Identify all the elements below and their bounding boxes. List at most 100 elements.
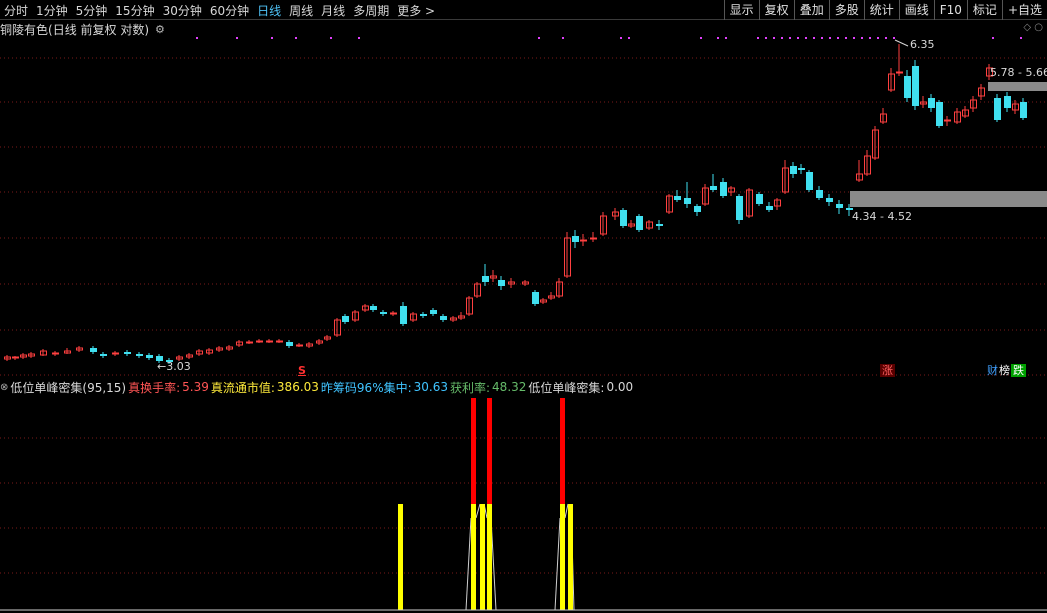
signal-dot	[992, 37, 994, 39]
high-price-label: 6.35	[910, 38, 935, 51]
candle-body	[694, 206, 701, 212]
indicator-bars	[398, 398, 575, 611]
action-button-2[interactable]: 叠加	[793, 0, 829, 20]
signal-dot	[869, 37, 871, 39]
action-button-5[interactable]: 画线	[898, 0, 934, 20]
signal-dot	[813, 37, 815, 39]
action-button-6[interactable]: F10	[933, 0, 967, 20]
indicator-line	[554, 517, 561, 611]
action-button-4[interactable]: 统计	[863, 0, 899, 20]
signal-dot	[893, 37, 895, 39]
signal-dot	[196, 37, 198, 39]
action-button-8[interactable]: +自选	[1001, 0, 1047, 20]
candle-body	[370, 306, 377, 310]
indicator-chart[interactable]	[0, 378, 1047, 613]
candle-body	[904, 76, 911, 98]
candle-body	[430, 310, 437, 314]
bang-badge[interactable]: 榜	[999, 364, 1010, 377]
period-tab-1[interactable]: 1分钟	[32, 2, 72, 19]
low-price-value: 3.03	[166, 360, 191, 373]
action-button-1[interactable]: 复权	[758, 0, 794, 20]
action-button-3[interactable]: 多股	[828, 0, 864, 20]
period-tab-4[interactable]: 30分钟	[159, 2, 206, 19]
signal-dot	[538, 37, 540, 39]
signal-dot	[717, 37, 719, 39]
candle-body	[12, 356, 19, 359]
right-range-label: 5.78 - 5.66	[990, 66, 1047, 79]
signal-dot	[330, 37, 332, 39]
period-tab-2[interactable]: 5分钟	[72, 2, 112, 19]
signal-dot	[757, 37, 759, 39]
candle-body	[146, 355, 153, 358]
candlestick-chart[interactable]	[0, 20, 1047, 378]
period-tab-7[interactable]: 周线	[285, 2, 317, 19]
candle-body	[896, 71, 903, 74]
candle-body	[836, 204, 843, 208]
cai-badge[interactable]: 财	[987, 364, 998, 377]
candle-body	[276, 340, 283, 343]
signal-dot	[295, 37, 297, 39]
indicator-red-bar	[471, 398, 476, 504]
indicator-red-bar	[487, 398, 492, 504]
signal-dot	[805, 37, 807, 39]
candle-body	[100, 354, 107, 356]
candle-body	[684, 198, 691, 204]
candle-body	[580, 239, 587, 242]
signal-dot	[853, 37, 855, 39]
resistance-zone	[988, 82, 1047, 91]
indicator-line	[475, 503, 481, 519]
period-tab-10[interactable]: 更多 >	[393, 2, 439, 19]
action-button-0[interactable]: 显示	[723, 0, 759, 20]
candle-body	[944, 119, 951, 122]
candle-body	[912, 66, 919, 106]
candle-body	[1020, 102, 1027, 118]
candle-body	[90, 348, 97, 352]
candle-body	[256, 340, 263, 343]
candle-body	[806, 172, 813, 190]
period-tab-3[interactable]: 15分钟	[111, 2, 158, 19]
period-tab-9[interactable]: 多周期	[349, 2, 393, 19]
candle-body	[400, 306, 407, 324]
indicator-yellow-bar	[568, 504, 573, 610]
sell-marker[interactable]: S	[296, 364, 308, 377]
period-tab-8[interactable]: 月线	[317, 2, 349, 19]
die-badge[interactable]: 跌	[1011, 364, 1026, 377]
high-pointer	[894, 39, 909, 47]
indicator-yellow-bar	[398, 504, 403, 610]
candle-body	[286, 342, 293, 346]
candle-body	[296, 344, 303, 347]
signal-dots	[196, 37, 1022, 39]
indicator-yellow-bar	[471, 504, 476, 610]
period-tabs: 分时 1分钟 5分钟 15分钟 30分钟 60分钟 日线 周线 月线 多周期 更多 >	[0, 0, 439, 20]
candle-body	[736, 196, 743, 220]
candle-body	[246, 341, 253, 344]
candle-body	[136, 354, 143, 356]
candle-body	[52, 352, 59, 355]
candle-body	[266, 340, 273, 343]
candle-body	[1004, 96, 1011, 108]
action-buttons: 显示 复权 叠加 多股 统计 画线 F10 标记 +自选	[723, 0, 1047, 20]
candle-body	[342, 316, 349, 322]
action-button-7[interactable]: 标记	[966, 0, 1002, 20]
indicator-line	[465, 517, 472, 611]
indicator-red-bar	[560, 398, 565, 504]
indicator-yellow-bar	[480, 504, 485, 610]
period-tab-6[interactable]: 日线	[253, 2, 285, 19]
period-tab-5[interactable]: 60分钟	[206, 2, 253, 19]
signal-dot	[620, 37, 622, 39]
candle-body	[112, 352, 119, 355]
candle-body	[636, 216, 643, 230]
support-zone	[850, 191, 1047, 207]
signal-dot	[358, 37, 360, 39]
up-badge[interactable]: 涨	[880, 364, 895, 377]
signal-dot	[877, 37, 879, 39]
candle-body	[590, 237, 597, 240]
candle-body	[994, 98, 1001, 120]
signal-dot	[271, 37, 273, 39]
candle-body	[798, 168, 805, 170]
period-tab-0[interactable]: 分时	[0, 2, 32, 19]
signal-dot	[797, 37, 799, 39]
signal-dot	[781, 37, 783, 39]
mid-range-label: 4.34 - 4.52	[852, 210, 912, 223]
low-price-label: ←3.03	[157, 360, 191, 373]
